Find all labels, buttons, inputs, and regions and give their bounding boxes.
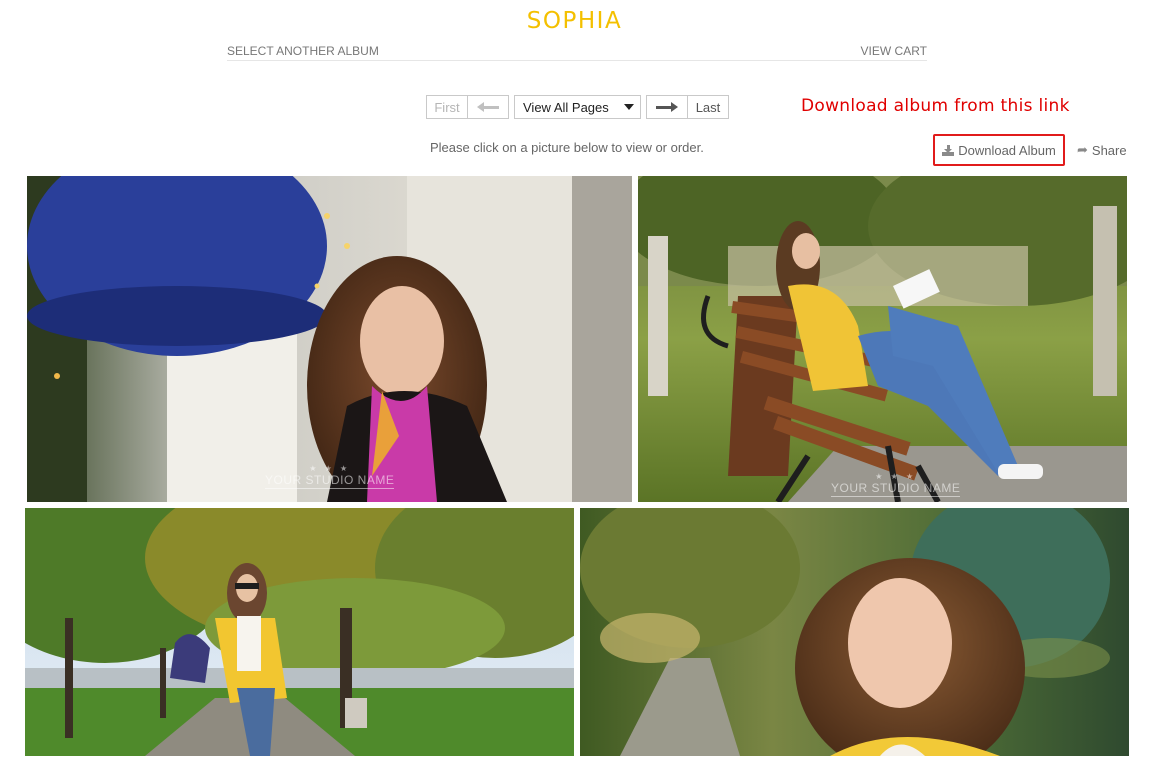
first-page-button[interactable]: First bbox=[426, 95, 468, 119]
download-icon bbox=[942, 144, 955, 156]
photo-2-image bbox=[638, 176, 1127, 502]
photo-thumbnail-3[interactable] bbox=[25, 508, 574, 756]
photo-4-image bbox=[580, 508, 1129, 756]
view-cart-link[interactable]: VIEW CART bbox=[861, 44, 927, 58]
page-select[interactable]: View All Pages bbox=[514, 95, 641, 119]
top-nav: SELECT ANOTHER ALBUM VIEW CART bbox=[227, 44, 927, 61]
previous-page-button[interactable] bbox=[467, 95, 509, 119]
download-album-label: Download Album bbox=[958, 142, 1056, 158]
instruction-text: Please click on a picture below to view … bbox=[430, 140, 704, 155]
download-album-button[interactable]: Download Album bbox=[933, 134, 1065, 166]
watermark: ★ ★ ★ YOUR STUDIO NAME bbox=[831, 472, 961, 497]
share-label: Share bbox=[1091, 142, 1127, 158]
watermark: ★ ★ ★ YOUR STUDIO NAME bbox=[265, 464, 395, 489]
photo-thumbnail-1[interactable]: ★ ★ ★ YOUR STUDIO NAME bbox=[27, 176, 632, 502]
arrow-right-icon bbox=[656, 101, 678, 112]
photo-3-image bbox=[25, 508, 574, 756]
share-button[interactable]: ➦ Share bbox=[1077, 142, 1127, 158]
photo-thumbnail-4[interactable] bbox=[580, 508, 1129, 756]
last-page-button[interactable]: Last bbox=[687, 95, 729, 119]
arrow-left-icon bbox=[477, 101, 499, 112]
chevron-down-icon bbox=[624, 104, 634, 110]
next-page-button[interactable] bbox=[646, 95, 688, 119]
select-another-album-link[interactable]: SELECT ANOTHER ALBUM bbox=[227, 44, 379, 58]
share-icon: ➦ bbox=[1077, 142, 1088, 157]
photo-thumbnail-2[interactable]: ★ ★ ★ YOUR STUDIO NAME bbox=[638, 176, 1127, 502]
download-annotation: Download album from this link bbox=[801, 96, 1070, 116]
photo-1-image bbox=[27, 176, 632, 502]
album-title: SOPHIA bbox=[526, 8, 623, 34]
page-select-value: View All Pages bbox=[523, 99, 609, 115]
